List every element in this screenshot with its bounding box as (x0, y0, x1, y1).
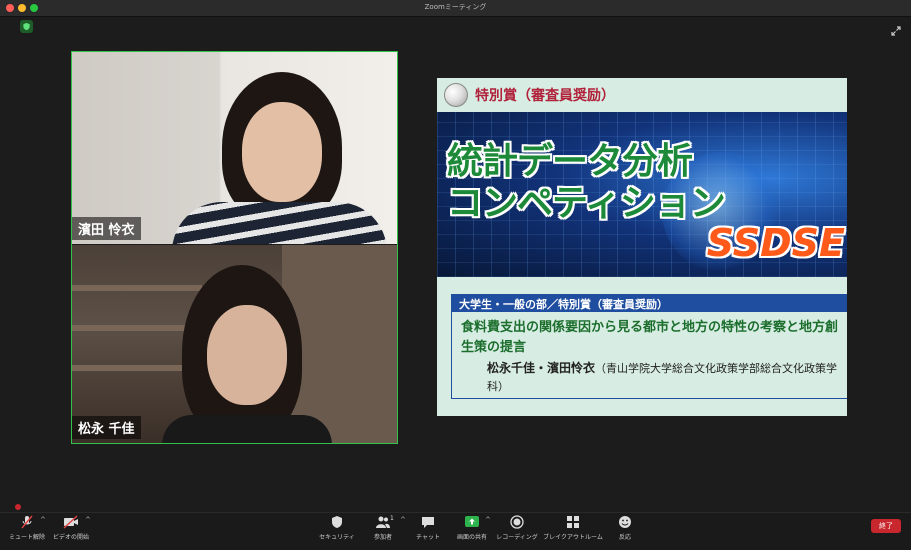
encryption-shield-icon[interactable] (20, 20, 33, 33)
ssdse-logo: SSDSE (706, 221, 845, 265)
video-options-chevron-icon[interactable]: ^ (85, 516, 91, 524)
card-left-border (451, 312, 452, 398)
start-video-label: ビデオの開始 (52, 534, 89, 541)
person-face (207, 305, 287, 405)
banner-title-line-2: コンペティション (447, 183, 726, 224)
pearl-badge-icon (444, 83, 468, 107)
start-video-button[interactable]: ビデオの開始 (36, 515, 106, 541)
authors: 松永千佳・濱田怜衣（青山学院大学総合文化政策学部総合文化政策学科） (487, 359, 842, 396)
reactions-button[interactable]: 反応 (590, 515, 660, 541)
participant-video-1[interactable]: 濱田 怜衣 (72, 52, 398, 244)
card-bottom-border (451, 398, 847, 399)
chat-bubble-icon (422, 517, 434, 528)
author-names: 松永千佳・濱田怜衣 (487, 361, 596, 375)
shared-screen-slide[interactable]: 特別賞（審査員奨励） 統計データ分析 コンペティション SSDSE 大学生・一般… (437, 78, 847, 416)
shelf (72, 325, 202, 331)
paper-title: 食料費支出の関係要因から見る都市と地方の特性の考察と地方創生策の提言 (461, 320, 839, 355)
participants-icon (376, 516, 390, 528)
fullscreen-icon[interactable] (891, 21, 901, 36)
smiley-icon (619, 516, 631, 528)
slide-header: 特別賞（審査員奨励） (437, 78, 847, 110)
breakout-rooms-icon (567, 516, 579, 528)
meeting-toolbar: ミュート解除 ^ ビデオの開始 ^ セキュリティ 参加者 1 ^ チャット 画面… (0, 504, 911, 550)
person-shirt (172, 202, 387, 244)
participant-name-label: 濱田 怜衣 (72, 217, 141, 240)
end-meeting-button[interactable]: 終了 (871, 519, 901, 533)
shelf (72, 285, 202, 291)
person-face (242, 102, 322, 202)
window-title: Zoomミーティング (424, 3, 487, 11)
shield-icon (332, 516, 342, 528)
competition-banner: 統計データ分析 コンペティション SSDSE (437, 112, 847, 277)
title-bar: Zoomミーティング (0, 0, 911, 17)
category-label: 大学生・一般の部／特別賞（審査員奨励） (459, 298, 668, 311)
share-screen-icon (465, 516, 479, 527)
person-shirt (162, 415, 332, 443)
participant-video-2[interactable]: 松永 千佳 (72, 245, 398, 443)
video-off-icon (63, 515, 78, 529)
recording-indicator-icon (15, 504, 21, 510)
muted-microphone-icon (21, 515, 33, 529)
award-title: 特別賞（審査員奨励） (475, 88, 615, 104)
category-bar: 大学生・一般の部／特別賞（審査員奨励） (451, 294, 847, 312)
participant-name-label: 松永 千佳 (72, 416, 141, 439)
record-icon (510, 515, 524, 529)
reactions-label: 反応 (618, 534, 631, 541)
